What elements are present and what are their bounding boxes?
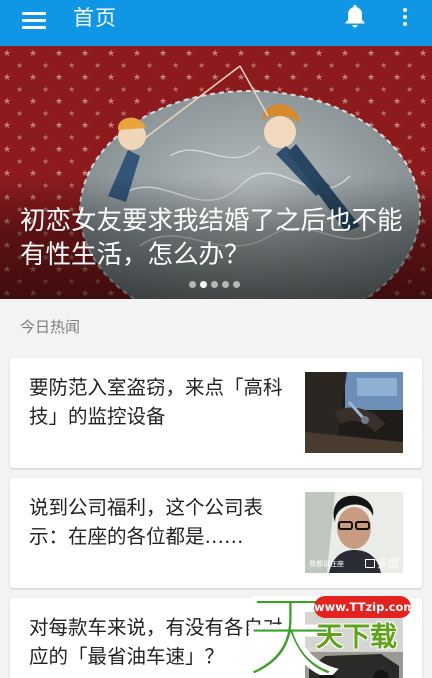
banner-title[interactable]: 初恋女友要求我结婚了之后也不能有性生活，怎么办？ <box>20 204 420 272</box>
watermark-url: www.TTzip.com <box>314 596 415 618</box>
bell-icon[interactable] <box>343 3 367 29</box>
page-title: 首页 <box>73 6 117 30</box>
multi-image-label: 多图 <box>377 557 399 570</box>
gallery-icon <box>365 559 375 568</box>
indicator-dot <box>211 281 218 288</box>
multi-image-badge: 多图 <box>365 557 399 570</box>
indicator-dot <box>222 281 229 288</box>
news-title[interactable]: 要防范入室盗窃，来点「高科技」的监控设备 <box>29 373 284 431</box>
app-bar: 首页 <box>0 0 432 46</box>
indicator-dot <box>189 281 196 288</box>
hero-banner[interactable]: ★ ★ 初恋女友要求我结婚了之后也不能有性生活，怎么办？ <box>0 46 432 299</box>
watermark-text: 天下载 <box>316 622 397 653</box>
thumbnail-caption: 我都说在座 <box>309 560 344 568</box>
section-heading: 今日热闻 <box>20 318 81 336</box>
indicator-dot-active <box>200 281 207 288</box>
news-card[interactable]: 说到公司福利，这个公司表示：在座的各位都是…… 我都说在座 多图 <box>10 478 422 588</box>
news-thumbnail: 我都说在座 多图 <box>305 492 403 573</box>
news-thumbnail <box>305 372 403 453</box>
indicator-dot <box>233 281 240 288</box>
menu-icon[interactable] <box>21 8 49 36</box>
more-vertical-icon[interactable] <box>398 4 412 30</box>
news-card[interactable]: 要防范入室盗窃，来点「高科技」的监控设备 <box>10 358 422 468</box>
news-title[interactable]: 说到公司福利，这个公司表示：在座的各位都是…… <box>29 493 284 551</box>
